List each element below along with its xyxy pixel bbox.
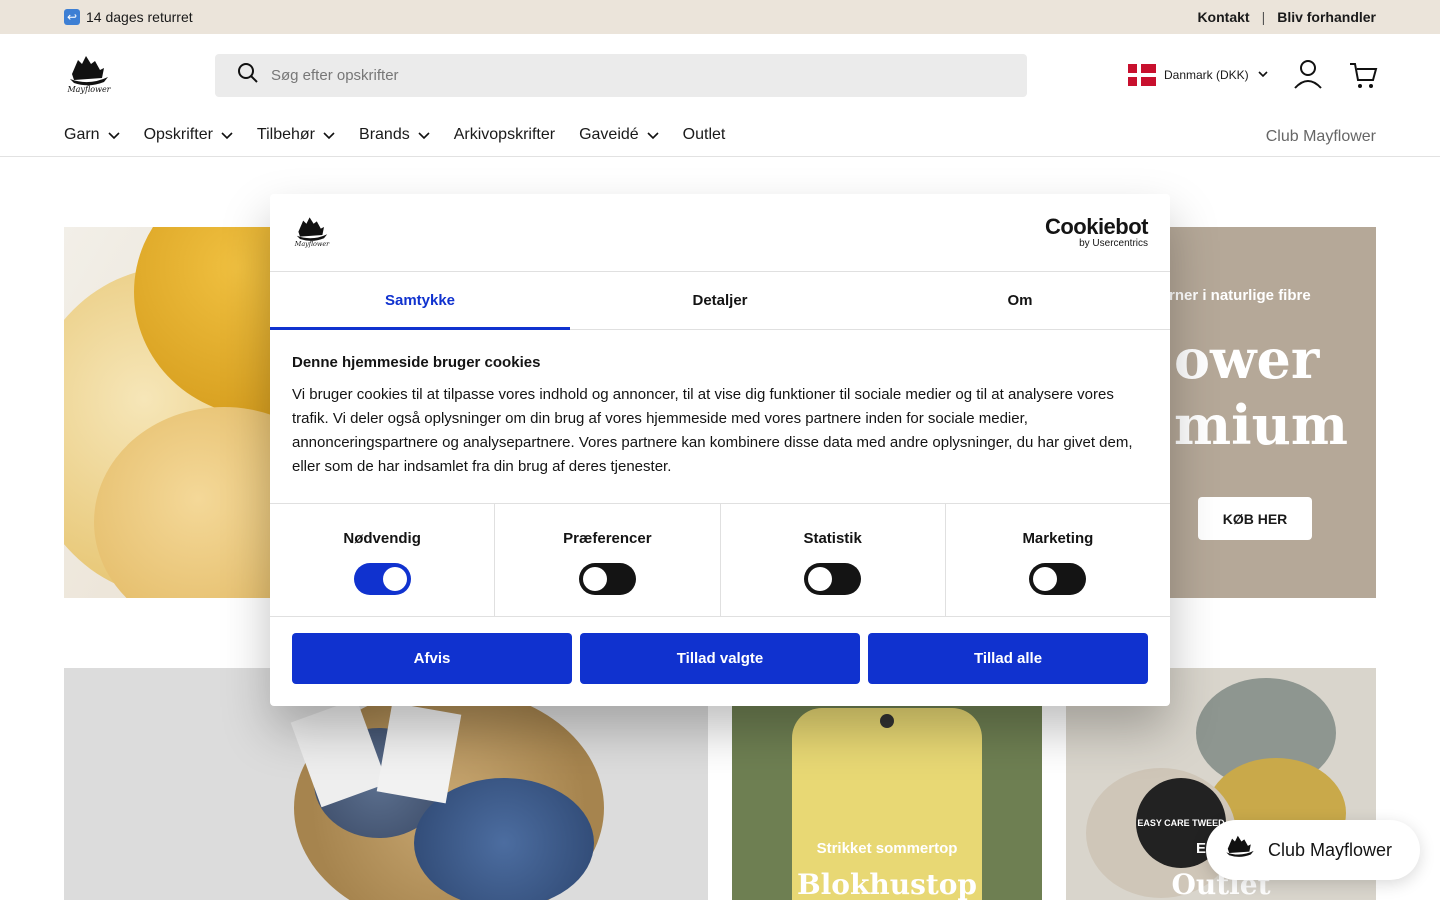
toggle-marketing: Marketing [946,504,1170,616]
allow-all-button[interactable]: Tillad alle [868,633,1148,684]
hero-title-line1: ower [1174,327,1320,391]
nav-label: Gaveidé [579,126,639,143]
nav-item-garn[interactable]: Garn [64,126,120,144]
dialog-tabs: Samtykke Detaljer Om [270,272,1170,330]
card-eyebrow: Strikket sommertop [816,840,958,857]
toggle-label: Præferencer [563,530,652,547]
country-selector[interactable]: Danmark (DKK) [1128,64,1269,86]
contact-link[interactable]: Kontakt [1197,9,1249,25]
nav-item-gaveide[interactable]: Gaveidé [579,126,659,144]
chevron-down-icon [323,132,335,140]
hero-eyebrow: rner i naturlige fibre [1169,287,1311,304]
account-icon[interactable] [1292,58,1324,90]
buy-here-button[interactable]: KØB HER [1198,497,1312,540]
link-separator: | [1261,9,1266,25]
club-mayflower-button[interactable]: Club Mayflower [1206,820,1420,880]
cookiebot-logo[interactable]: Cookiebot by Usercentrics [1044,214,1149,250]
nav-label: Opskrifter [143,126,213,143]
tab-om[interactable]: Om [870,272,1170,329]
chevron-down-icon [418,132,430,140]
nav-item-brands[interactable]: Brands [359,126,430,144]
nav-label: Arkivopskrifter [453,126,556,143]
club-button-label: Club Mayflower [1268,839,1393,860]
mayflower-logo[interactable]: Mayflower [64,52,114,94]
chevron-down-icon [221,132,233,140]
tab-detaljer[interactable]: Detaljer [570,272,870,329]
dialog-body: Denne hjemmeside bruger cookies Vi bruge… [270,330,1170,504]
marketing-switch[interactable] [1029,563,1087,595]
allow-selected-button[interactable]: Tillad valgte [580,633,860,684]
cookiebot-brand: Cookiebot [1044,214,1149,239]
mayflower-logo: Mayflower [292,214,332,248]
site-header: Mayflower Danmark (DKK) [0,34,1440,116]
dialog-heading: Denne hjemmeside bruger cookies [292,354,541,371]
nav-label: Garn [64,126,100,143]
nav-item-outlet[interactable]: Outlet [683,126,726,144]
become-dealer-link[interactable]: Bliv forhandler [1277,9,1376,25]
toggle-label: Marketing [1022,530,1094,547]
top-links: Kontakt | Bliv forhandler [1197,9,1376,25]
toggle-label: Nødvendig [343,530,421,547]
return-policy-text: 14 dages returret [86,9,193,25]
return-arrow-icon: ↩ [64,9,80,25]
announcement-bar: ↩ 14 dages returret Kontakt | Bliv forha… [0,0,1440,34]
search-bar[interactable] [215,54,1027,97]
decline-button[interactable]: Afvis [292,633,572,684]
toggle-label: Statistik [803,530,862,547]
svg-text:Mayflower: Mayflower [66,85,111,94]
dialog-header: Mayflower Cookiebot by Usercentrics [270,194,1170,272]
chevron-down-icon [647,132,659,140]
flag-dk-icon [1128,64,1156,86]
chevron-down-icon [1257,68,1269,83]
toggle-statistics: Statistik [721,504,946,616]
chevron-down-icon [108,132,120,140]
preferences-switch[interactable] [578,563,636,595]
nav-item-tilbehor[interactable]: Tilbehør [257,126,335,144]
toggle-necessary: Nødvendig [270,504,496,616]
main-nav: Garn Opskrifter Tilbehør Brands Arkivops… [0,116,1440,157]
hero-title-line2: mium [1174,393,1349,457]
svg-text:Mayflower: Mayflower [294,240,330,248]
nav-label: Outlet [682,126,726,143]
consent-toggles: Nødvendig Præferencer Statistik Marketin… [270,504,1170,617]
dialog-buttons: Afvis Tillad valgte Tillad alle [270,617,1170,700]
search-input[interactable] [271,67,971,84]
country-label: Danmark (DKK) [1164,68,1249,82]
cookie-consent-dialog: Mayflower Cookiebot by Usercentrics Samt… [270,194,1170,706]
nav-label: Brands [359,126,410,143]
return-policy: ↩ 14 dages returret [64,9,193,25]
cart-icon[interactable] [1348,60,1378,90]
nav-item-opskrifter[interactable]: Opskrifter [144,126,233,144]
necessary-switch[interactable] [353,563,411,595]
nav-item-arkivopskrifter[interactable]: Arkivopskrifter [454,126,555,144]
club-mayflower-link[interactable]: Club Mayflower [1266,128,1376,146]
nav-label: Tilbehør [256,126,316,143]
tab-samtykke[interactable]: Samtykke [270,272,570,330]
mayflower-ship-icon [1222,832,1258,869]
toggle-preferences: Præferencer [495,504,721,616]
statistics-switch[interactable] [804,563,862,595]
card-title: Blokhustop [796,868,978,900]
search-icon[interactable] [237,62,259,89]
dialog-description: Vi bruger cookies til at tilpasse vores … [292,386,1133,475]
cookiebot-brand-sub: by Usercentrics [1079,238,1148,249]
